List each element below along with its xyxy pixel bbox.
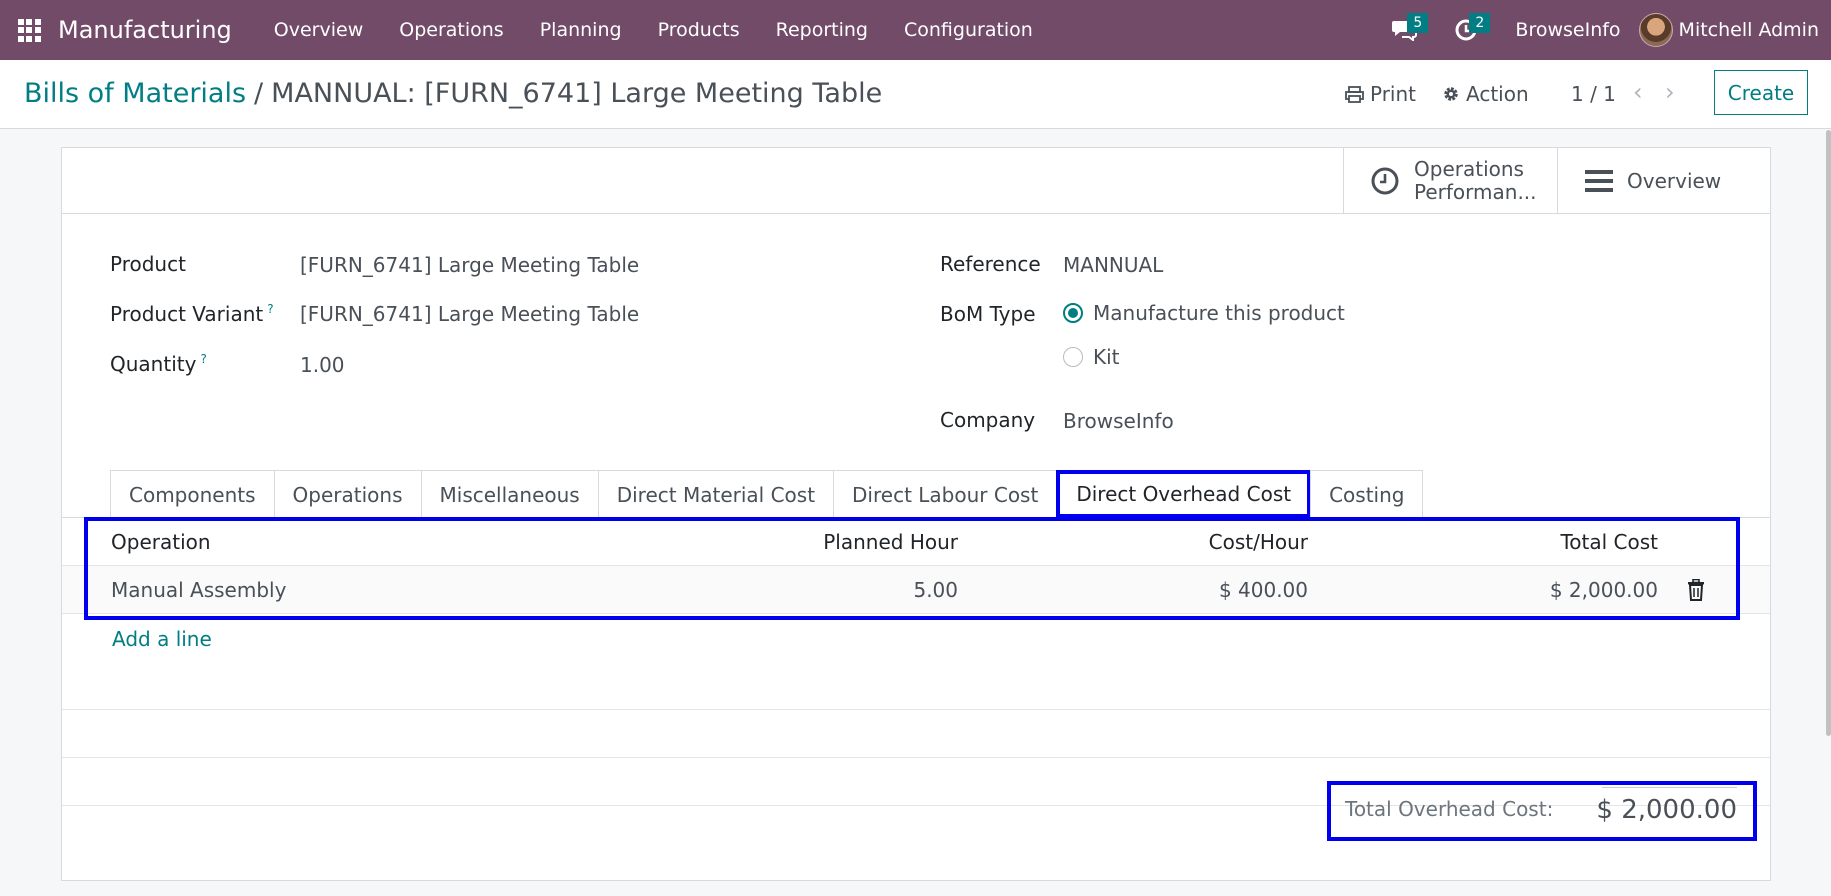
company-switcher[interactable]: BrowseInfo <box>1497 19 1638 41</box>
tab-operations[interactable]: Operations <box>273 470 422 518</box>
company-field[interactable]: BrowseInfo <box>1063 409 1174 433</box>
bars-icon <box>1585 170 1613 192</box>
product-variant-field[interactable]: [FURN_6741] Large Meeting Table <box>300 302 639 326</box>
product-label: Product <box>110 252 186 276</box>
overview-button[interactable]: Overview <box>1557 148 1770 214</box>
radio-unchecked-icon <box>1063 347 1083 367</box>
chevron-right-icon[interactable]: › <box>1665 78 1675 106</box>
menu-planning[interactable]: Planning <box>522 0 640 60</box>
breadcrumb-separator: / <box>254 78 264 109</box>
tab-direct-material-cost[interactable]: Direct Material Cost <box>597 470 835 518</box>
table-highlight-box <box>84 517 1740 620</box>
user-name: Mitchell Admin <box>1678 19 1819 41</box>
reference-label: Reference <box>940 252 1041 276</box>
avatar <box>1638 13 1673 47</box>
product-variant-label-text: Product Variant <box>110 302 264 326</box>
tab-components[interactable]: Components <box>110 470 275 518</box>
total-overhead-value: $ 2,000.00 <box>1596 795 1737 825</box>
messages-badge: 5 <box>1407 13 1429 33</box>
activities-badge: 2 <box>1469 13 1491 33</box>
create-button[interactable]: Create <box>1714 70 1808 115</box>
empty-table-row <box>62 710 1770 758</box>
print-label: Print <box>1370 82 1417 106</box>
action-button[interactable]: Action <box>1442 82 1529 106</box>
print-button[interactable]: Print <box>1345 82 1416 106</box>
tab-costing[interactable]: Costing <box>1310 470 1424 518</box>
help-tooltip-icon[interactable]: ? <box>200 352 206 366</box>
bom-type-label: BoM Type <box>940 302 1036 326</box>
chevron-left-icon[interactable]: ‹ <box>1633 78 1643 106</box>
smart-button-box: Operations Performan... Overview <box>62 148 1770 214</box>
messages-button[interactable]: 5 <box>1373 0 1435 60</box>
menu-operations[interactable]: Operations <box>381 0 521 60</box>
add-line-link[interactable]: Add a line <box>112 627 212 651</box>
action-label: Action <box>1466 82 1529 106</box>
bom-type-kit-radio[interactable]: Kit <box>1063 345 1120 369</box>
activities-button[interactable]: 2 <box>1435 0 1497 60</box>
operations-performance-button[interactable]: Operations Performan... <box>1343 148 1557 214</box>
quantity-label-text: Quantity <box>110 352 197 376</box>
menu-configuration[interactable]: Configuration <box>886 0 1051 60</box>
product-variant-label: Product Variant? <box>110 302 274 326</box>
menu-products[interactable]: Products <box>640 0 758 60</box>
operations-performance-label-2: Performan... <box>1414 180 1537 204</box>
tab-miscellaneous[interactable]: Miscellaneous <box>420 470 599 518</box>
notebook-tabs: Components Operations Miscellaneous Dire… <box>110 470 1424 518</box>
apps-menu-icon[interactable] <box>0 0 58 60</box>
total-overhead-label: Total Overhead Cost: <box>1345 797 1554 821</box>
clock-icon <box>1371 167 1399 195</box>
page-scrollbar[interactable] <box>1826 130 1831 736</box>
menu-overview[interactable]: Overview <box>256 0 381 60</box>
total-divider <box>1602 787 1737 788</box>
reference-field[interactable]: MANNUAL <box>1063 253 1163 277</box>
tab-direct-labour-cost[interactable]: Direct Labour Cost <box>833 470 1058 518</box>
user-menu[interactable]: Mitchell Admin <box>1638 13 1831 47</box>
quantity-label: Quantity? <box>110 352 207 376</box>
quantity-field[interactable]: 1.00 <box>300 353 345 377</box>
overview-label: Overview <box>1627 169 1722 193</box>
printer-icon <box>1345 85 1364 103</box>
control-panel: Bills of Materials / MANNUAL: [FURN_6741… <box>0 60 1831 129</box>
company-label: Company <box>940 408 1036 432</box>
tab-direct-overhead-cost[interactable]: Direct Overhead Cost <box>1056 470 1312 518</box>
form-sheet: Operations Performan... Overview Product… <box>61 147 1771 881</box>
pager-value[interactable]: 1 / 1 <box>1571 82 1616 106</box>
help-tooltip-icon[interactable]: ? <box>267 302 273 316</box>
breadcrumb-bills-of-materials[interactable]: Bills of Materials <box>24 78 246 109</box>
app-name[interactable]: Manufacturing <box>58 16 232 44</box>
top-navbar: Manufacturing Overview Operations Planni… <box>0 0 1831 60</box>
empty-table-row <box>62 662 1770 710</box>
bom-type-kit-label: Kit <box>1093 345 1120 369</box>
breadcrumb: Bills of Materials / MANNUAL: [FURN_6741… <box>24 78 882 109</box>
bom-type-manufacture-radio[interactable]: Manufacture this product <box>1063 301 1345 325</box>
gear-icon <box>1444 87 1458 101</box>
product-field[interactable]: [FURN_6741] Large Meeting Table <box>300 253 639 277</box>
operations-performance-label-1: Operations <box>1414 157 1524 181</box>
menu-reporting[interactable]: Reporting <box>758 0 886 60</box>
page-title: MANNUAL: [FURN_6741] Large Meeting Table <box>271 78 883 109</box>
radio-checked-icon <box>1063 303 1083 323</box>
bom-type-manufacture-label: Manufacture this product <box>1093 301 1345 325</box>
total-overhead-summary: Total Overhead Cost: $ 2,000.00 <box>1327 781 1757 841</box>
